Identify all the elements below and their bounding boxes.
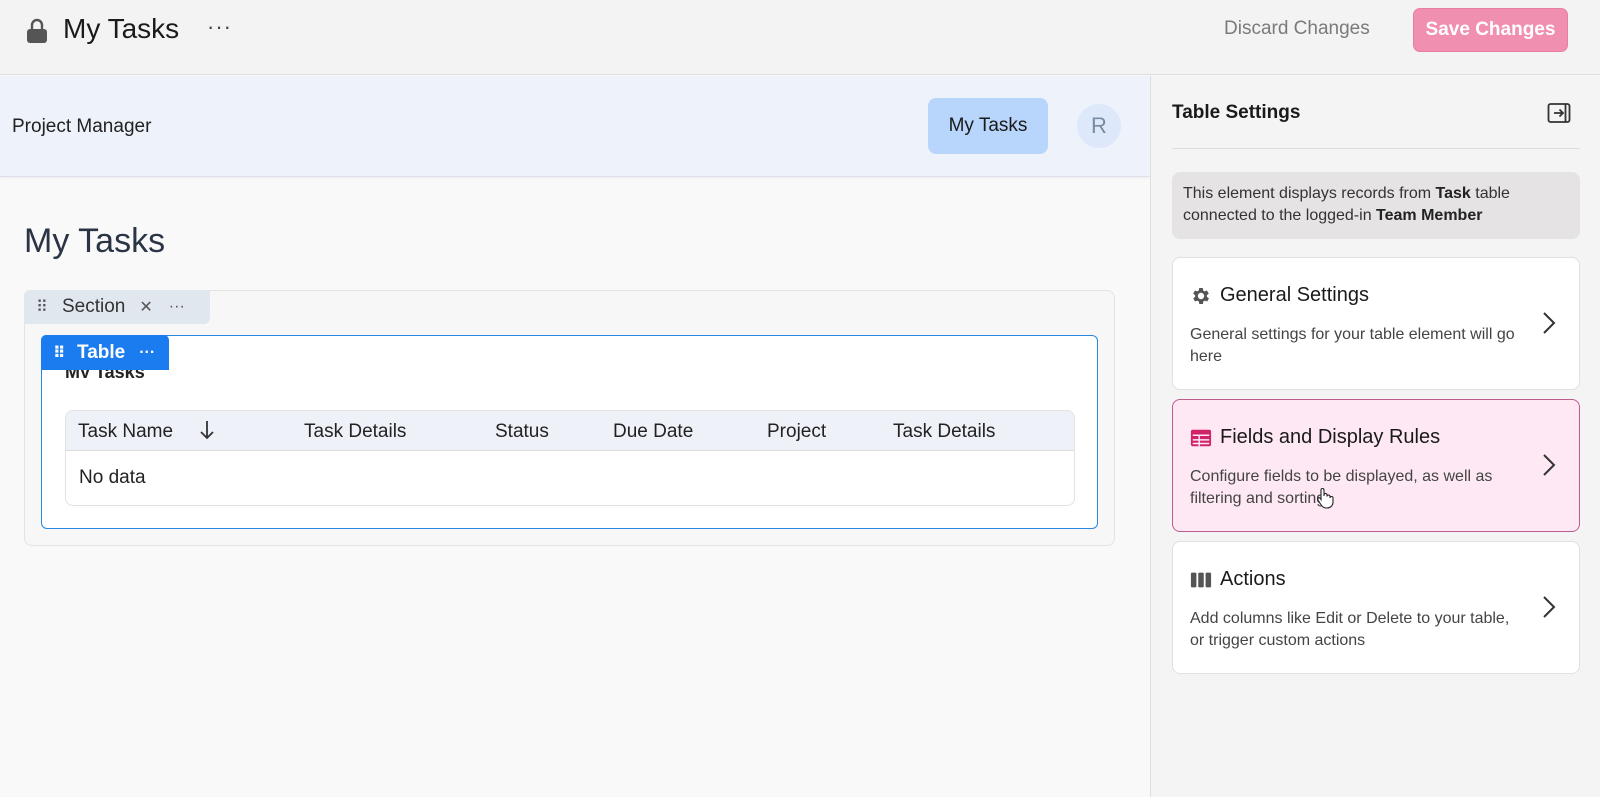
collapse-icon[interactable]: ✕ bbox=[139, 297, 152, 317]
table-settings-panel: Table Settings This element displays rec… bbox=[1150, 76, 1600, 797]
drag-handle-icon[interactable]: ⠿ bbox=[53, 343, 69, 363]
section-label: Section bbox=[62, 296, 126, 317]
card-title: Fields and Display Rules bbox=[1220, 426, 1441, 448]
page-title: My Tasks bbox=[24, 222, 166, 260]
card-description: General settings for your table element … bbox=[1190, 326, 1515, 365]
discard-changes-button[interactable]: Discard Changes bbox=[1224, 18, 1370, 40]
more-options-icon[interactable]: ··· bbox=[207, 14, 232, 40]
collapse-panel-icon[interactable] bbox=[1547, 102, 1571, 124]
card-description: Add columns like Edit or Delete to your … bbox=[1190, 610, 1510, 649]
table-header-row: Task Name Task Details Status Due Date P… bbox=[66, 411, 1074, 451]
column-header[interactable]: Status bbox=[495, 421, 549, 443]
column-header[interactable]: Task Details bbox=[304, 421, 406, 443]
table-label: Table bbox=[77, 341, 126, 363]
actions-card[interactable]: Actions Add columns like Edit or Delete … bbox=[1172, 541, 1580, 674]
section-more-icon[interactable]: ··· bbox=[169, 298, 185, 316]
fields-display-rules-card[interactable]: Fields and Display Rules Configure field… bbox=[1172, 399, 1580, 532]
chevron-right-icon bbox=[1543, 596, 1556, 618]
top-bar: My Tasks ··· Discard Changes Save Change… bbox=[0, 0, 1600, 75]
save-changes-button[interactable]: Save Changes bbox=[1413, 8, 1568, 52]
empty-state-text: No data bbox=[79, 467, 146, 488]
user-table-name: Team Member bbox=[1376, 207, 1483, 224]
general-settings-card[interactable]: General Settings General settings for yo… bbox=[1172, 257, 1580, 390]
panel-divider bbox=[1172, 148, 1580, 149]
nav-tab-my-tasks[interactable]: My Tasks bbox=[928, 98, 1048, 154]
table-icon bbox=[1190, 429, 1212, 447]
section-tag[interactable]: ⠿ Section ✕ ··· bbox=[24, 290, 210, 324]
table-tag[interactable]: ⠿ Table ··· bbox=[41, 335, 169, 370]
column-header[interactable]: Task Name bbox=[78, 421, 173, 443]
app-header: Project Manager My Tasks R bbox=[0, 76, 1150, 177]
avatar[interactable]: R bbox=[1077, 104, 1121, 148]
info-note: This element displays records from Task … bbox=[1172, 172, 1580, 239]
data-table: Task Name Task Details Status Due Date P… bbox=[65, 410, 1075, 506]
sort-down-icon[interactable] bbox=[198, 419, 216, 441]
gear-icon bbox=[1193, 288, 1209, 304]
panel-title: Table Settings bbox=[1172, 102, 1301, 123]
card-title: General Settings bbox=[1220, 284, 1369, 306]
app-brand[interactable]: Project Manager bbox=[12, 116, 151, 138]
column-header[interactable]: Due Date bbox=[613, 421, 693, 443]
lock-icon bbox=[27, 18, 47, 43]
chevron-right-icon bbox=[1543, 312, 1556, 334]
drag-handle-icon[interactable]: ⠿ bbox=[36, 297, 52, 317]
column-header[interactable]: Project bbox=[767, 421, 826, 443]
card-title: Actions bbox=[1220, 568, 1286, 590]
app-title: My Tasks bbox=[63, 13, 180, 44]
column-header[interactable]: Task Details bbox=[893, 421, 995, 443]
table-name: Task bbox=[1435, 185, 1471, 202]
columns-icon bbox=[1190, 572, 1212, 588]
card-description: Configure fields to be displayed, as wel… bbox=[1190, 468, 1493, 507]
hand-cursor-icon bbox=[1317, 488, 1334, 509]
table-more-icon[interactable]: ··· bbox=[139, 344, 155, 362]
chevron-right-icon bbox=[1543, 454, 1556, 476]
